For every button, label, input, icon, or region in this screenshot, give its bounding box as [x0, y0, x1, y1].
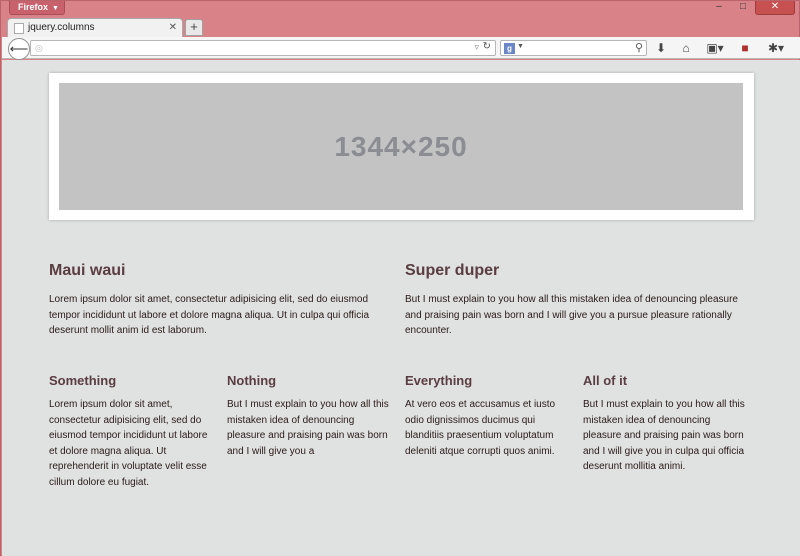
close-window-button[interactable]: ✕ — [755, 1, 795, 15]
close-tab-icon[interactable]: ✕ — [169, 22, 177, 33]
banner-frame: 1344×250 — [49, 73, 754, 220]
url-bar[interactable]: ◎ ▿ ↻ — [30, 40, 496, 56]
column-heading: Nothing — [227, 373, 277, 388]
url-input[interactable] — [49, 42, 469, 54]
column-something: Something Lorem ipsum dolor sit amet, co… — [49, 373, 213, 490]
firefox-menu-label: Firefox — [18, 2, 49, 12]
column-super-duper: Super duper But I must explain to you ho… — [405, 262, 747, 339]
window-controls: – □ ✕ — [707, 1, 795, 16]
navigation-toolbar: ⟵ ◎ ▿ ↻ g ▼ ⚲ ⬇ ⌂ ▣▾ ■ ✱▾ — [2, 37, 800, 60]
column-heading: Super duper — [405, 262, 500, 279]
search-icon[interactable]: ⚲ — [635, 41, 643, 54]
page-favicon-icon — [14, 23, 24, 34]
column-all-of-it: All of it But I must explain to you how … — [583, 373, 747, 475]
column-heading: Maui waui — [49, 262, 126, 279]
column-heading: Something — [49, 373, 117, 388]
search-bar[interactable]: g ▼ ⚲ — [500, 40, 647, 56]
back-button[interactable]: ⟵ — [8, 38, 30, 60]
site-identity-icon[interactable]: ◎ — [35, 43, 43, 54]
banner-dimension-label: 1344×250 — [334, 131, 468, 162]
minimize-button[interactable]: – — [707, 1, 731, 15]
maximize-button[interactable]: □ — [731, 1, 755, 15]
addon-menu-icon[interactable]: ▣▾ — [704, 40, 726, 56]
column-text: But I must explain to you how all this m… — [227, 399, 389, 457]
new-tab-button[interactable]: + — [185, 19, 203, 36]
column-text: Lorem ipsum dolor sit amet, consectetur … — [49, 399, 208, 488]
browser-window: Firefox ▼ – □ ✕ jquery.columns ✕ + ⟵ ◎ ▿ … — [0, 0, 800, 556]
reload-icon[interactable]: ↻ — [483, 41, 491, 52]
bookmark-addon-icon[interactable]: ■ — [739, 40, 751, 56]
tab-title: jquery.columns — [28, 22, 95, 33]
column-text: Lorem ipsum dolor sit amet, consectetur … — [49, 294, 370, 336]
firefox-menu-button[interactable]: Firefox ▼ — [9, 1, 65, 15]
column-everything: Everything At vero eos et accusamus et i… — [405, 373, 569, 459]
page-content: 1344×250 Maui waui Lorem ipsum dolor sit… — [2, 60, 800, 556]
column-text: But I must explain to you how all this m… — [405, 294, 738, 336]
column-maui-waui: Maui waui Lorem ipsum dolor sit amet, co… — [49, 262, 385, 339]
history-dropdown-icon[interactable]: ▿ — [474, 42, 479, 53]
home-icon[interactable]: ⌂ — [679, 40, 693, 56]
column-nothing: Nothing But I must explain to you how al… — [227, 373, 391, 459]
search-engine-icon[interactable]: g — [504, 43, 515, 54]
title-bar: Firefox ▼ – □ ✕ — [1, 1, 800, 18]
tab-strip: jquery.columns ✕ + — [1, 18, 800, 37]
download-icon[interactable]: ⬇ — [654, 40, 668, 56]
column-heading: Everything — [405, 373, 473, 388]
chevron-down-icon: ▼ — [52, 5, 59, 12]
placeholder-banner-image: 1344×250 — [59, 83, 743, 210]
tab-jquery-columns[interactable]: jquery.columns ✕ — [7, 18, 183, 37]
chevron-down-icon[interactable]: ▼ — [517, 43, 524, 50]
column-text: But I must explain to you how all this m… — [583, 399, 745, 472]
tools-menu-icon[interactable]: ✱▾ — [762, 40, 790, 56]
column-heading: All of it — [583, 373, 628, 388]
column-text: At vero eos et accusamus et iusto odio d… — [405, 399, 556, 457]
